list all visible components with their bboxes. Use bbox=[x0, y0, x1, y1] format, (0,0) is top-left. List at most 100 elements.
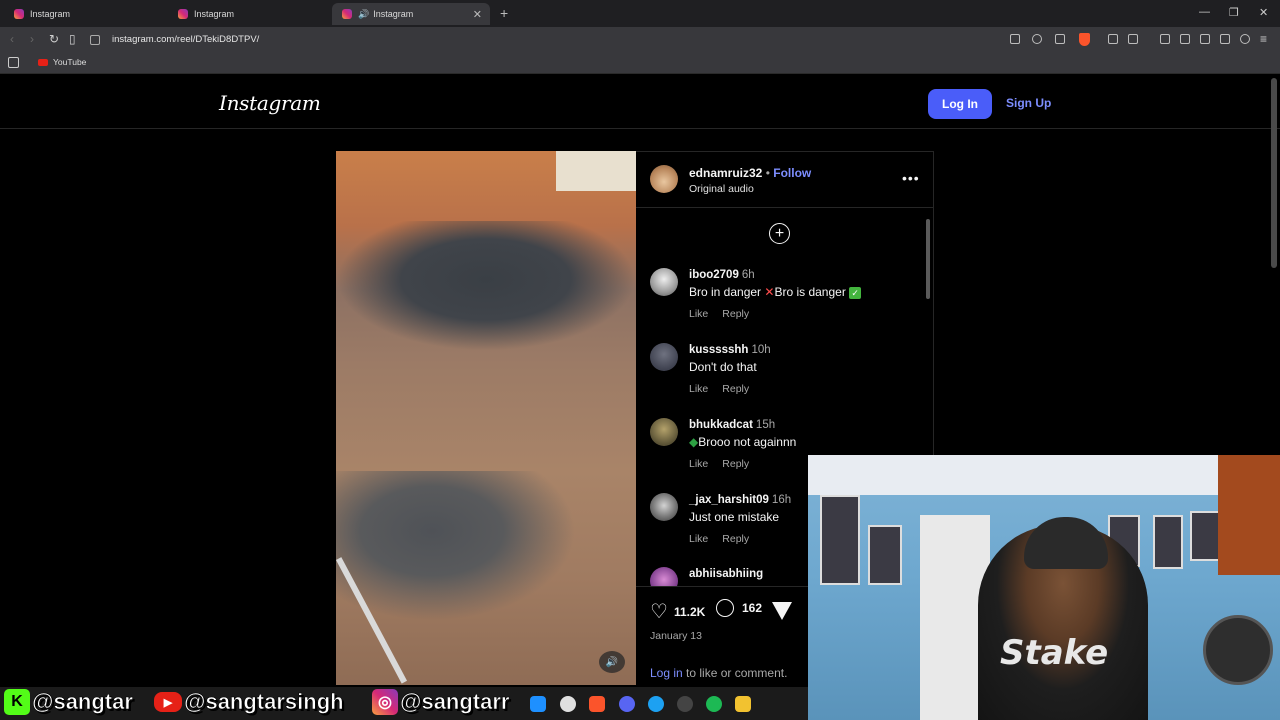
comment-text-part: Bro is danger bbox=[774, 285, 850, 299]
window-close-icon[interactable]: ✕ bbox=[1259, 6, 1268, 19]
brave-shields-icon[interactable] bbox=[1079, 33, 1090, 46]
webcam-beanie bbox=[1024, 517, 1108, 569]
comment-username[interactable]: kussssshh bbox=[689, 344, 748, 356]
new-tab-icon[interactable]: + bbox=[500, 5, 508, 21]
comment-avatar[interactable] bbox=[650, 493, 678, 521]
forward-icon[interactable]: › bbox=[30, 32, 34, 46]
comment-bubble-icon[interactable] bbox=[716, 599, 734, 617]
comment-reply-button[interactable]: Reply bbox=[722, 308, 749, 320]
comment-text: Just one mistake bbox=[689, 510, 780, 524]
instagram-header: Instagram Log In Sign Up bbox=[0, 75, 1280, 129]
webcam-shirt-logo: Stake bbox=[1000, 633, 1109, 673]
comment-actions: Like Reply bbox=[689, 308, 763, 320]
obs-icon[interactable] bbox=[677, 696, 693, 712]
browser-tab[interactable]: Instagram bbox=[4, 3, 162, 25]
comment-like-button[interactable]: Like bbox=[689, 458, 708, 470]
sidebar-icon[interactable] bbox=[1180, 34, 1190, 44]
instagram-favicon-icon bbox=[14, 9, 24, 19]
more-options-icon[interactable]: ••• bbox=[902, 170, 920, 186]
page-scrollbar[interactable] bbox=[1271, 78, 1277, 268]
audio-playing-icon[interactable]: 🔊 bbox=[358, 9, 369, 20]
comment-text-part: Bro in danger bbox=[689, 285, 765, 299]
reload-icon[interactable]: ↻ bbox=[49, 32, 59, 46]
leo-ai-icon[interactable] bbox=[1220, 34, 1230, 44]
cast-icon[interactable] bbox=[1010, 34, 1020, 44]
url-field[interactable]: instagram.com/reel/DTekiD8DTPV/ bbox=[90, 30, 1090, 49]
browser-tab-active[interactable]: 🔊 Instagram ✕ bbox=[332, 3, 490, 25]
instagram-favicon-icon bbox=[178, 9, 188, 19]
brave-taskbar-icon[interactable] bbox=[589, 696, 605, 712]
post-date: January 13 bbox=[650, 630, 702, 642]
menu-icon[interactable]: ≡ bbox=[1260, 32, 1267, 46]
dinosaur-emoji-icon: ◆ bbox=[689, 435, 699, 449]
chrome-icon[interactable] bbox=[560, 696, 576, 712]
webcam-fan bbox=[1203, 615, 1273, 685]
log-in-link[interactable]: Log in bbox=[650, 666, 683, 680]
youtube-play-icon: ▶ bbox=[154, 692, 182, 712]
log-in-button[interactable]: Log In bbox=[928, 89, 992, 119]
follow-button[interactable]: Follow bbox=[773, 166, 811, 180]
sign-up-link[interactable]: Sign Up bbox=[1006, 96, 1051, 110]
windows-start-icon[interactable] bbox=[530, 696, 546, 712]
comment-like-button[interactable]: Like bbox=[689, 308, 708, 320]
mute-toggle-icon[interactable]: 🔊 bbox=[599, 651, 625, 673]
author-username[interactable]: ednamruiz32 bbox=[689, 166, 762, 180]
comment-avatar[interactable] bbox=[650, 418, 678, 446]
spotify-icon[interactable] bbox=[706, 696, 722, 712]
comment-actions: Like Reply bbox=[689, 458, 763, 470]
comment-reply-button[interactable]: Reply bbox=[722, 383, 749, 395]
author-avatar[interactable] bbox=[650, 165, 678, 193]
instagram-favicon-icon bbox=[342, 9, 352, 19]
heart-icon[interactable]: ♡ bbox=[650, 599, 668, 624]
comment-username[interactable]: _jax_harshit09 bbox=[689, 494, 769, 506]
close-tab-icon[interactable]: ✕ bbox=[473, 8, 482, 21]
like-action[interactable]: ♡ 11.2K bbox=[650, 599, 705, 624]
comment-username[interactable]: abhiisabhiing bbox=[689, 568, 763, 580]
comment-reply-button[interactable]: Reply bbox=[722, 458, 749, 470]
comment-user-line: kussssshh 10h bbox=[689, 344, 771, 356]
youtube-handle-text: @sangtarsingh bbox=[184, 689, 344, 715]
scrollbar-thumb[interactable] bbox=[926, 219, 930, 299]
wallet-icon[interactable] bbox=[1128, 34, 1138, 44]
webcam-poster bbox=[868, 525, 902, 585]
comment-text: ◆Brooo not againnn bbox=[689, 435, 796, 449]
webcam-poster bbox=[1153, 515, 1183, 569]
instagram-handle-text: @sangtarr bbox=[400, 689, 510, 715]
comment-like-button[interactable]: Like bbox=[689, 383, 708, 395]
instagram-logo[interactable]: Instagram bbox=[219, 91, 321, 115]
restore-icon[interactable]: ❐ bbox=[1229, 6, 1239, 19]
comment-avatar[interactable] bbox=[650, 268, 678, 296]
comment-username[interactable]: iboo2709 bbox=[689, 269, 739, 281]
audio-link[interactable]: Original audio bbox=[689, 183, 754, 195]
load-more-comments-icon[interactable]: + bbox=[769, 223, 790, 244]
cross-mark-icon: ✕ bbox=[764, 285, 775, 299]
author-line: ednamruiz32 • Follow bbox=[689, 166, 811, 180]
minimize-icon[interactable]: — bbox=[1199, 6, 1210, 18]
extensions-icon[interactable] bbox=[1108, 34, 1118, 44]
site-info-icon[interactable] bbox=[90, 34, 100, 45]
edge-icon[interactable] bbox=[648, 696, 664, 712]
bookmark-icon[interactable]: ▯ bbox=[69, 32, 76, 46]
comment-username[interactable]: bhukkadcat bbox=[689, 419, 753, 431]
reader-icon[interactable] bbox=[1200, 34, 1210, 44]
share-icon[interactable] bbox=[1055, 34, 1065, 44]
comment-avatar[interactable] bbox=[650, 567, 678, 586]
comments-count: 162 bbox=[742, 601, 763, 615]
discord-icon[interactable] bbox=[619, 696, 635, 712]
apps-grid-icon[interactable] bbox=[8, 57, 19, 68]
file-explorer-icon[interactable] bbox=[735, 696, 751, 712]
zoom-icon[interactable] bbox=[1032, 34, 1042, 44]
browser-tab[interactable]: Instagram bbox=[168, 3, 326, 25]
comment-reply-button[interactable]: Reply bbox=[722, 533, 749, 545]
bookmark-youtube[interactable]: YouTube bbox=[38, 57, 86, 67]
comment-like-button[interactable]: Like bbox=[689, 533, 708, 545]
vpn-icon[interactable] bbox=[1240, 34, 1250, 44]
share-action[interactable] bbox=[772, 602, 792, 620]
comment-action[interactable]: 162 bbox=[716, 599, 762, 617]
send-icon[interactable] bbox=[772, 602, 792, 620]
instagram-handle: ◎ @sangtarr bbox=[372, 689, 510, 715]
comment-avatar[interactable] bbox=[650, 343, 678, 371]
back-icon[interactable]: ‹ bbox=[10, 32, 14, 46]
reel-video[interactable] bbox=[336, 151, 636, 685]
media-icon[interactable] bbox=[1160, 34, 1170, 44]
